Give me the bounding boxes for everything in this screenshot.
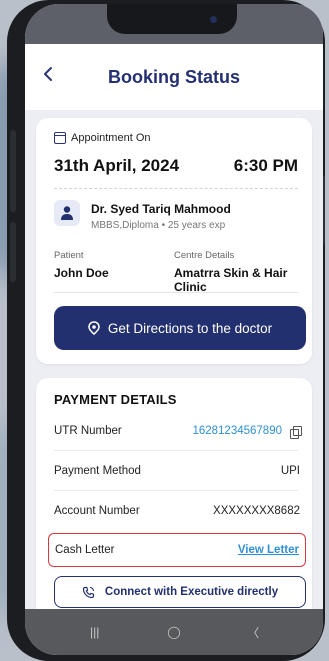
back-icon[interactable]: 〈 (233, 617, 273, 647)
recents-icon[interactable]: ||| (75, 617, 115, 647)
centre-label: Centre Details (174, 250, 235, 261)
divider (54, 490, 298, 491)
utr-row: UTR Number 16281234567890 (48, 414, 306, 448)
utr-value: 16281234567890 (192, 425, 282, 437)
get-directions-button[interactable]: Get Directions to the doctor (54, 306, 306, 350)
appointment-label: Appointment On (54, 132, 151, 144)
connect-executive-label: Connect with Executive directly (104, 586, 279, 598)
cash-letter-row: Cash Letter View Letter (48, 533, 306, 567)
cash-letter-label: Cash Letter (55, 544, 115, 556)
appointment-date: 31th April, 2024 (54, 156, 180, 175)
phone-screen: Booking Status Appointment On 31th April… (25, 4, 323, 655)
payment-method-row: Payment Method UPI (48, 454, 306, 488)
payment-method-label: Payment Method (54, 465, 141, 477)
divider (54, 450, 298, 451)
appointment-time: 6:30 PM (233, 156, 298, 175)
appointment-card: Appointment On 31th April, 2024 6:30 PM … (36, 118, 312, 364)
camera-icon (210, 16, 217, 23)
patient-label: Patient (54, 250, 84, 261)
location-pin-icon (88, 321, 100, 335)
account-number-label: Account Number (54, 505, 140, 517)
utr-label: UTR Number (54, 425, 122, 437)
phone-side-button (10, 152, 16, 212)
doctor-experience: 25 years exp (167, 220, 226, 231)
view-letter-link[interactable]: View Letter (238, 544, 299, 556)
notch (107, 4, 237, 34)
copy-icon[interactable] (290, 425, 302, 439)
page-title: Booking Status (107, 66, 240, 87)
connect-executive-button[interactable]: Connect with Executive directly (54, 576, 306, 608)
appointment-label-text: Appointment On (71, 132, 151, 144)
doctor-name: Dr. Syed Tariq Mahmood (91, 202, 231, 216)
phone-frame: Booking Status Appointment On 31th April… (7, 0, 325, 661)
centre-value: Amatrra Skin & Hair Clinic (174, 266, 288, 294)
payment-method-value: UPI (280, 465, 300, 477)
doctor-qualification-line: MBBS,Diploma • 25 years exp (91, 220, 225, 231)
home-icon[interactable]: ◯ (154, 617, 194, 647)
account-number-row: Account Number XXXXXXXX8682 (48, 494, 306, 528)
app-bar: Booking Status (25, 44, 323, 110)
divider (54, 292, 298, 293)
phone-call-icon (82, 586, 95, 598)
doctor-avatar-icon (54, 200, 80, 226)
calendar-icon (54, 132, 66, 144)
status-bar (25, 4, 323, 44)
patient-value: John Doe (54, 266, 109, 280)
dashed-divider (54, 188, 298, 189)
phone-side-button (10, 222, 16, 282)
get-directions-label: Get Directions to the doctor (107, 320, 273, 336)
payment-details-title: PAYMENT DETAILS (54, 392, 177, 407)
account-number-value: XXXXXXXX8682 (213, 505, 300, 517)
system-nav-bar: ||| ◯ 〈 (25, 609, 323, 655)
doctor-qualification: MBBS,Diploma (91, 220, 159, 231)
payment-card: PAYMENT DETAILS UTR Number 1628123456789… (36, 378, 312, 628)
back-chevron-icon[interactable] (43, 66, 53, 86)
utr-value-group: 16281234567890 (192, 425, 302, 439)
